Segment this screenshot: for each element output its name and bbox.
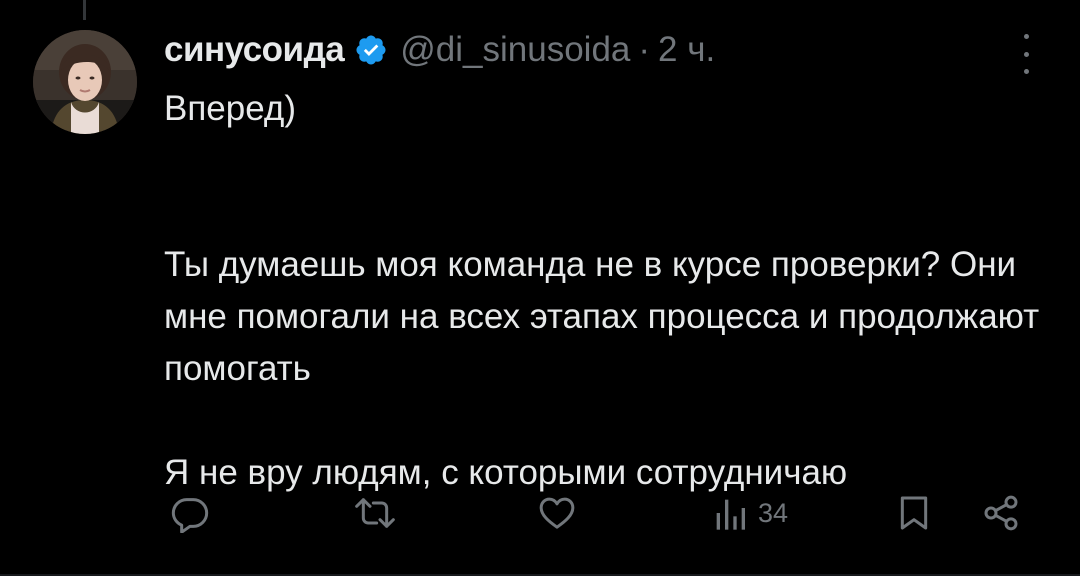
verified-badge-icon (354, 33, 388, 67)
tweet-paragraph: Вперед) (164, 89, 297, 128)
reply-button[interactable] (170, 488, 210, 538)
thread-connector-line (83, 0, 86, 20)
reply-icon (171, 498, 209, 533)
views-count: 34 (758, 497, 789, 528)
share-button[interactable] (980, 488, 1022, 538)
tweet-header: синусоида @di_sinusoida · 2 ч. (164, 28, 1080, 72)
author-name[interactable]: синусоида (164, 30, 345, 70)
like-button[interactable] (536, 488, 578, 538)
share-icon (984, 495, 1018, 531)
bookmark-button[interactable] (894, 488, 934, 538)
tweet-paragraph: Ты думаешь моя команда не в курсе провер… (164, 245, 1040, 388)
bookmark-icon (900, 496, 928, 530)
avatar[interactable] (33, 30, 137, 134)
views-button[interactable]: 34 (712, 488, 788, 538)
separator-dot: · (638, 30, 651, 69)
retweet-button[interactable] (353, 488, 397, 538)
tweet-actions-bar: 34 (0, 488, 1080, 538)
heart-icon (539, 497, 575, 529)
views-icon (716, 499, 745, 530)
author-handle[interactable]: @di_sinusoida (400, 30, 630, 70)
avatar-photo (33, 30, 137, 134)
timestamp[interactable]: 2 ч. (658, 30, 715, 70)
tweet-text: Вперед) Ты думаешь моя команда не в курс… (164, 83, 1064, 499)
retweet-icon (355, 498, 395, 528)
more-options-icon[interactable] (1014, 34, 1038, 74)
